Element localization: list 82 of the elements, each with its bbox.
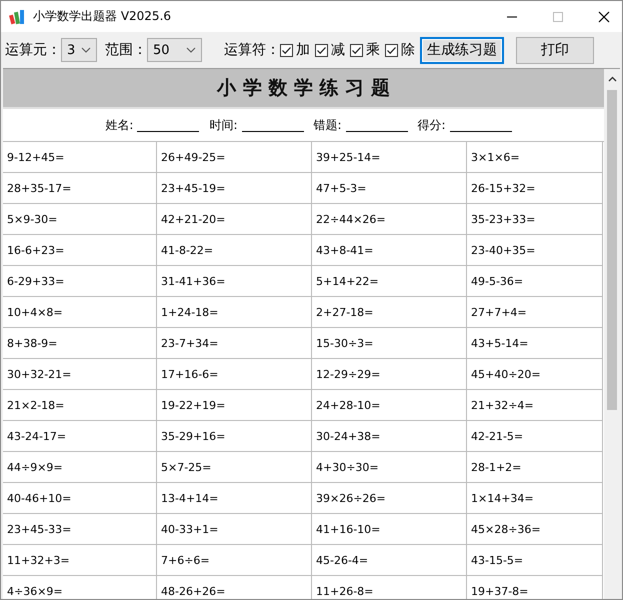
problem-cell: 26-15+32= xyxy=(467,173,603,204)
problem-cell: 40-33+1= xyxy=(157,514,312,545)
caret-icon xyxy=(81,47,91,53)
operand-count-dropdown[interactable]: 3 xyxy=(61,38,97,62)
problem-cell: 22÷44×26= xyxy=(312,204,467,235)
scrollbar[interactable] xyxy=(604,69,620,599)
problem-cell: 5×7-25= xyxy=(157,452,312,483)
operator-checkbox[interactable]: 除 xyxy=(385,41,415,59)
problem-cell: 23-7+34= xyxy=(157,328,312,359)
problem-cell: 23+45-19= xyxy=(157,173,312,204)
problem-cell: 40-46+10= xyxy=(3,483,157,514)
problem-cell: 11+32+3= xyxy=(3,545,157,576)
problem-cell: 5×9-30= xyxy=(3,204,157,235)
problem-cell: 31-41+36= xyxy=(157,266,312,297)
operators-label: 运算符： xyxy=(224,41,280,59)
problem-cell: 27+7+4= xyxy=(467,297,603,328)
problem-cell: 4÷36×9= xyxy=(3,576,157,599)
problem-cell: 45×28÷36= xyxy=(467,514,603,545)
problem-cell: 28-1+2= xyxy=(467,452,603,483)
problem-cell: 42+21-20= xyxy=(157,204,312,235)
problem-cell: 39+25-14= xyxy=(312,142,467,173)
problem-cell: 43-15-5= xyxy=(467,545,603,576)
problem-cell: 49-5-36= xyxy=(467,266,603,297)
problem-cell: 21+32÷4= xyxy=(467,390,603,421)
close-icon[interactable] xyxy=(598,10,610,22)
field-label: 错题: xyxy=(314,116,342,134)
operator-checkbox[interactable]: 加 xyxy=(280,41,310,59)
field-label: 时间: xyxy=(209,116,238,134)
problem-cell: 17+16-6= xyxy=(157,359,312,390)
problem-cell: 42-21-5= xyxy=(467,421,603,452)
problem-cell: 4+30÷30= xyxy=(312,452,467,483)
problem-cell: 41-8-22= xyxy=(157,235,312,266)
problem-cell: 35-29+16= xyxy=(157,421,312,452)
problem-cell: 45-26-4= xyxy=(312,545,467,576)
problem-cell: 39×26÷26= xyxy=(312,483,467,514)
problem-cell: 48-26+26= xyxy=(157,576,312,599)
problem-cell: 43-24-17= xyxy=(3,421,157,452)
problem-cell: 28+35-17= xyxy=(3,173,157,204)
problem-cell: 1×14+34= xyxy=(467,483,603,514)
problem-cell: 8+38-9= xyxy=(3,328,157,359)
generate-button[interactable]: 生成练习题 xyxy=(420,36,504,64)
caret-icon xyxy=(186,47,196,53)
problem-cell: 43+8-41= xyxy=(312,235,467,266)
print-button[interactable]: 打印 xyxy=(516,36,594,64)
problem-cell: 3×1×6= xyxy=(467,142,603,173)
problem-cell: 24+28-10= xyxy=(312,390,467,421)
problem-cell: 2+27-18= xyxy=(312,297,467,328)
sheet-title: 小 学 数 学 练 习 题 xyxy=(3,69,604,109)
range-dropdown[interactable]: 50 xyxy=(147,38,202,62)
problem-cell: 21×2-18= xyxy=(3,390,157,421)
problem-cell: 1+24-18= xyxy=(157,297,312,328)
problem-cell: 6-29+33= xyxy=(3,266,157,297)
problem-cell: 23+45-33= xyxy=(3,514,157,545)
problem-cell: 43+5-14= xyxy=(467,328,603,359)
problem-cell: 35-23+33= xyxy=(467,204,603,235)
field-label: 姓名: xyxy=(105,116,134,134)
problem-cell: 16-6+23= xyxy=(3,235,157,266)
problem-cell: 23-40+35= xyxy=(467,235,603,266)
problem-cell: 30-24+38= xyxy=(312,421,467,452)
operator-checkbox[interactable]: 减 xyxy=(315,41,345,59)
problem-cell: 47+5-3= xyxy=(312,173,467,204)
window-title: 小学数学出题器 V2025.6 xyxy=(33,8,172,25)
problem-cell: 11+26-8= xyxy=(312,576,467,599)
problem-cell: 5+14+22= xyxy=(312,266,467,297)
field-label: 得分: xyxy=(418,116,446,134)
operator-checkbox[interactable]: 乘 xyxy=(350,41,380,59)
problem-cell: 41+16-10= xyxy=(312,514,467,545)
range-label: 范围： xyxy=(105,41,147,59)
app-logo-icon xyxy=(9,8,25,24)
problem-cell: 12-29÷29= xyxy=(312,359,467,390)
problem-cell: 30+32-21= xyxy=(3,359,157,390)
problem-cell: 7+6÷6= xyxy=(157,545,312,576)
problem-cell: 19+37-8= xyxy=(467,576,603,599)
operand-count-label: 运算元： xyxy=(5,41,61,59)
problem-cell: 10+4×8= xyxy=(3,297,157,328)
problem-cell: 44÷9×9= xyxy=(3,452,157,483)
problem-cell: 19-22+19= xyxy=(157,390,312,421)
problem-cell: 15-30÷3= xyxy=(312,328,467,359)
problem-cell: 45+40÷20= xyxy=(467,359,603,390)
problem-cell: 26+49-25= xyxy=(157,142,312,173)
problem-cell: 13-4+14= xyxy=(157,483,312,514)
problem-cell: 9-12+45= xyxy=(3,142,157,173)
